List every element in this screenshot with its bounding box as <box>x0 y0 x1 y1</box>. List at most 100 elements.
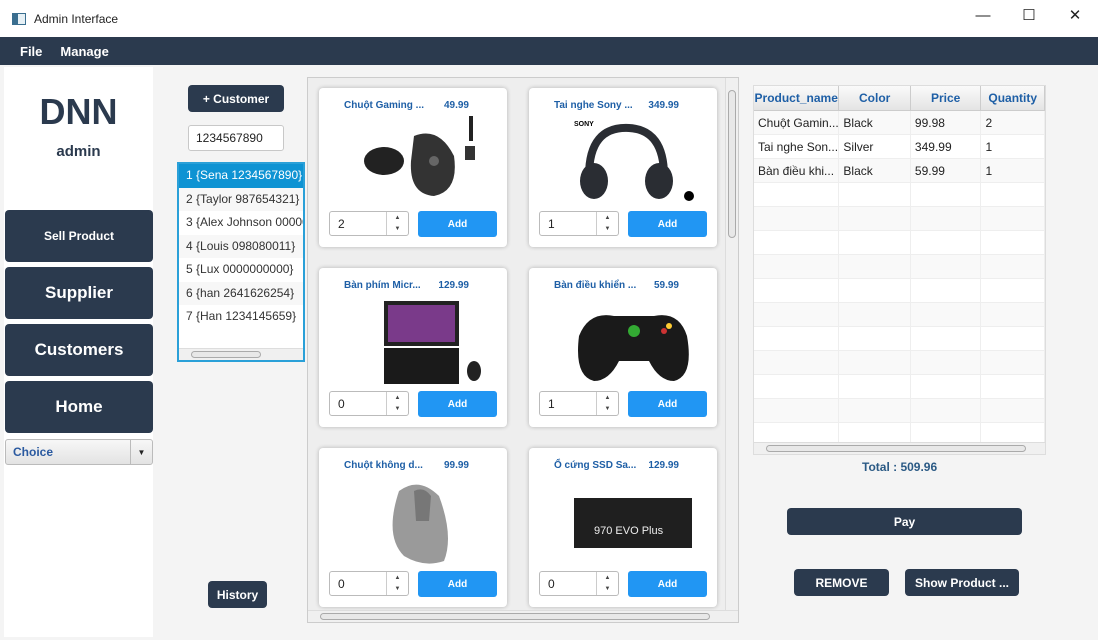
empty-row[interactable] <box>754 303 1045 327</box>
customer-list-item[interactable]: 3 {Alex Johnson 0000000000} <box>179 211 303 235</box>
add-to-cart-button[interactable]: Add <box>628 211 707 237</box>
col-product-name[interactable]: Product_name <box>754 86 840 110</box>
col-price[interactable]: Price <box>911 86 982 110</box>
empty-row[interactable] <box>754 375 1045 399</box>
quantity-value: 2 <box>338 217 345 231</box>
svg-text:SONY: SONY <box>574 121 594 128</box>
table-cell <box>911 207 982 230</box>
quantity-value: 0 <box>548 577 555 591</box>
decrement-icon[interactable]: ▼ <box>395 586 401 592</box>
cart-table[interactable]: Product_name Color Price Quantity Chuột … <box>753 85 1046 455</box>
customer-list-item[interactable]: 2 {Taylor 987654321} <box>179 187 303 211</box>
show-product-button[interactable]: Show Product ... <box>905 569 1019 596</box>
maximize-button[interactable]: ☐ <box>1006 0 1052 30</box>
customers-button[interactable]: Customers <box>5 324 153 376</box>
customer-list-scrollbar[interactable] <box>179 348 303 360</box>
product-image <box>569 296 699 386</box>
table-cell <box>839 231 911 254</box>
close-button[interactable]: ✕ <box>1052 0 1098 30</box>
sell-product-button[interactable]: Sell Product <box>5 210 153 262</box>
add-to-cart-button[interactable]: Add <box>418 391 497 417</box>
table-cell <box>981 399 1045 422</box>
menu-file[interactable]: File <box>20 44 42 59</box>
table-cell <box>754 279 840 302</box>
product-price: 349.99 <box>648 100 679 111</box>
add-to-cart-button[interactable]: Add <box>628 391 707 417</box>
decrement-icon[interactable]: ▼ <box>605 586 611 592</box>
empty-row[interactable] <box>754 231 1045 255</box>
table-cell: 1 <box>981 159 1045 182</box>
increment-icon[interactable]: ▲ <box>605 575 611 581</box>
empty-row[interactable] <box>754 327 1045 351</box>
quantity-stepper[interactable]: 2 ▲ ▼ <box>329 211 409 236</box>
table-row[interactable]: Chuột Gamin... Black 99.98 2 <box>754 111 1045 135</box>
quantity-stepper[interactable]: 1 ▲ ▼ <box>539 211 619 236</box>
pay-button[interactable]: Pay <box>787 508 1022 535</box>
increment-icon[interactable]: ▲ <box>395 575 401 581</box>
product-name: Bàn điều khiển ... <box>554 280 637 291</box>
history-button[interactable]: History <box>208 581 267 608</box>
product-name: Ổ cứng SSD Sa... <box>554 460 637 471</box>
table-row[interactable]: Tai nghe Son... Silver 349.99 1 <box>754 135 1045 159</box>
quantity-value: 1 <box>548 217 555 231</box>
add-to-cart-button[interactable]: Add <box>628 571 707 597</box>
empty-row[interactable] <box>754 279 1045 303</box>
remove-button[interactable]: REMOVE <box>794 569 889 596</box>
product-price: 129.99 <box>648 460 679 471</box>
product-price: 99.99 <box>443 460 469 471</box>
product-card: Bàn điều khiển ... 59.99 1 ▲ ▼ Add <box>529 268 717 427</box>
cart-table-scrollbar[interactable] <box>754 442 1045 454</box>
table-row[interactable]: Bàn điều khi... Black 59.99 1 <box>754 159 1045 183</box>
quantity-stepper[interactable]: 0 ▲ ▼ <box>539 571 619 596</box>
product-card: Chuột Gaming ... 49.99 2 ▲ ▼ Add <box>319 88 507 247</box>
product-grid-vscroll[interactable] <box>725 78 738 622</box>
col-quantity[interactable]: Quantity <box>981 86 1045 110</box>
empty-row[interactable] <box>754 183 1045 207</box>
increment-icon[interactable]: ▲ <box>395 215 401 221</box>
customer-list[interactable]: 1 {Sena 1234567890} 2 {Taylor 987654321} 3… <box>177 162 305 362</box>
empty-row[interactable] <box>754 255 1045 279</box>
product-grid-hscroll[interactable] <box>308 610 738 622</box>
col-color[interactable]: Color <box>839 86 911 110</box>
table-cell <box>839 207 911 230</box>
title-bar: Admin Interface — ☐ ✕ <box>0 0 1098 37</box>
table-cell <box>839 327 911 350</box>
table-cell: 349.99 <box>911 135 982 158</box>
customer-list-item[interactable]: 7 {Han 1234145659} <box>179 305 303 329</box>
increment-icon[interactable]: ▲ <box>605 215 611 221</box>
quantity-stepper[interactable]: 0 ▲ ▼ <box>329 391 409 416</box>
home-button[interactable]: Home <box>5 381 153 433</box>
decrement-icon[interactable]: ▼ <box>395 226 401 232</box>
table-cell <box>981 375 1045 398</box>
empty-row[interactable] <box>754 351 1045 375</box>
customer-list-item[interactable]: 1 {Sena 1234567890} <box>179 164 303 188</box>
supplier-button[interactable]: Supplier <box>5 267 153 319</box>
customer-list-item[interactable]: 5 {Lux 0000000000} <box>179 258 303 282</box>
decrement-icon[interactable]: ▼ <box>395 406 401 412</box>
menu-manage[interactable]: Manage <box>60 44 108 59</box>
cart-total: Total : 509.96 <box>862 460 938 474</box>
empty-row[interactable] <box>754 207 1045 231</box>
customer-search-input[interactable]: 1234567890 <box>188 125 284 151</box>
table-cell <box>754 207 840 230</box>
decrement-icon[interactable]: ▼ <box>605 226 611 232</box>
choice-dropdown[interactable]: Choice ▼ <box>5 439 153 465</box>
table-cell: 1 <box>981 135 1045 158</box>
add-customer-button[interactable]: + Customer <box>188 85 284 112</box>
table-cell <box>981 279 1045 302</box>
add-to-cart-button[interactable]: Add <box>418 211 497 237</box>
minimize-button[interactable]: — <box>960 0 1006 30</box>
decrement-icon[interactable]: ▼ <box>605 406 611 412</box>
product-image <box>359 296 489 386</box>
product-image: 970 EVO Plus <box>569 476 699 566</box>
customer-list-item[interactable]: 4 {Louis 098080011} <box>179 234 303 258</box>
empty-row[interactable] <box>754 399 1045 423</box>
quantity-stepper[interactable]: 1 ▲ ▼ <box>539 391 619 416</box>
product-card: Ổ cứng SSD Sa... 129.99 970 EVO Plus 0 ▲ ▼… <box>529 448 717 607</box>
increment-icon[interactable]: ▲ <box>605 395 611 401</box>
increment-icon[interactable]: ▲ <box>395 395 401 401</box>
product-name: Tai nghe Sony ... <box>554 100 633 111</box>
quantity-stepper[interactable]: 0 ▲ ▼ <box>329 571 409 596</box>
customer-list-item[interactable]: 6 {han 2641626254} <box>179 281 303 305</box>
add-to-cart-button[interactable]: Add <box>418 571 497 597</box>
